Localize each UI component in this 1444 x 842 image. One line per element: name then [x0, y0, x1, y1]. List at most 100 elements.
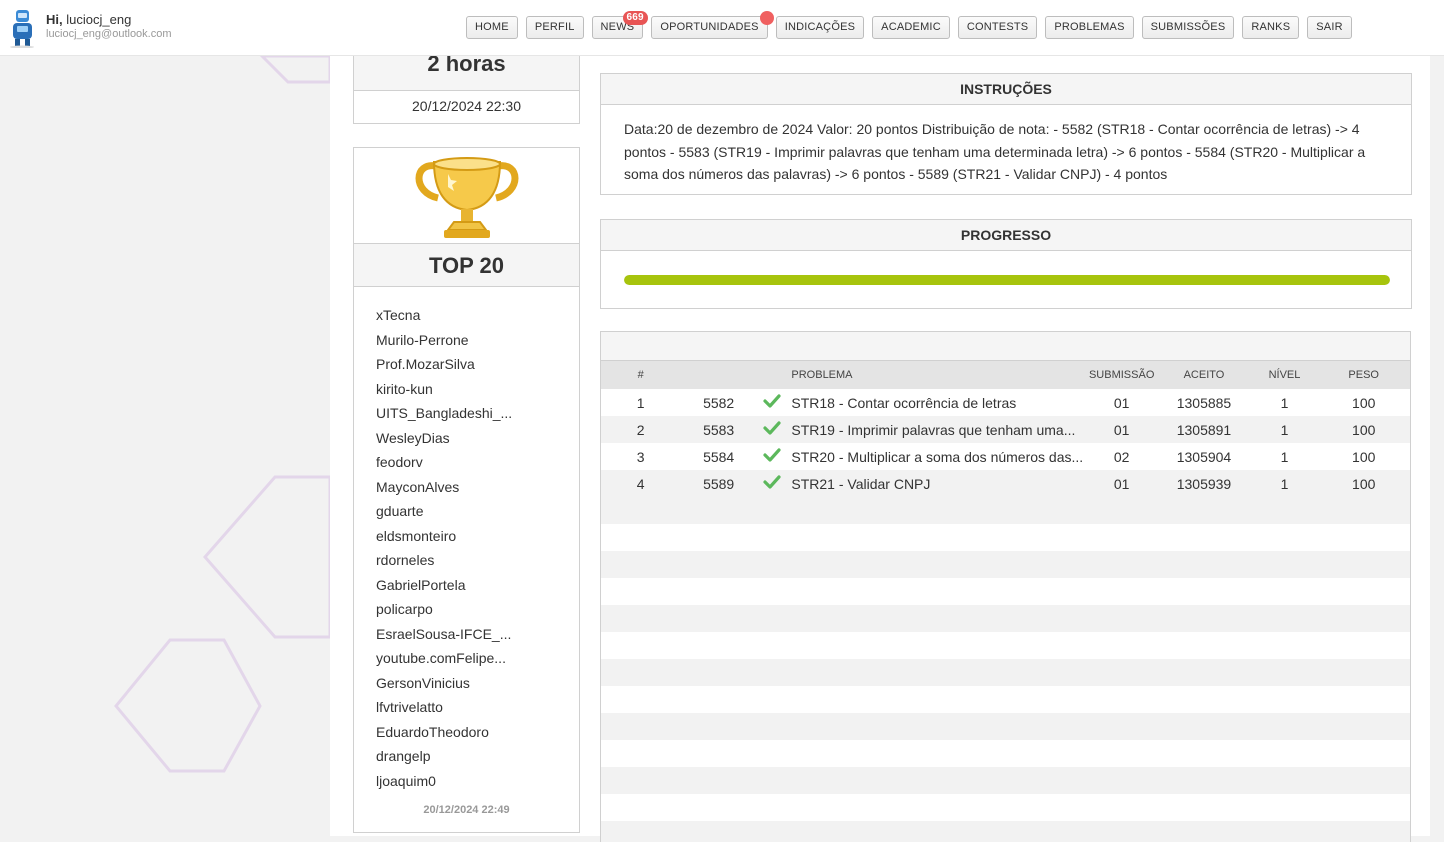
ranking-user-link[interactable]: EduardoTheodoro: [376, 720, 579, 745]
ranking-user-link[interactable]: WesleyDias: [376, 426, 579, 451]
ranking-user-link[interactable]: GersonVinicius: [376, 671, 579, 696]
nav-label: PERFIL: [534, 21, 575, 33]
problem-weight: 100: [1317, 470, 1410, 497]
submission-count: 01: [1086, 470, 1157, 497]
col-weight-header: PESO: [1317, 361, 1410, 389]
problem-id[interactable]: 5589: [680, 470, 757, 497]
empty-row: [601, 632, 1410, 659]
greeting-word: Hi,: [46, 12, 63, 27]
empty-row: [601, 794, 1410, 821]
right-background-strip: [1430, 56, 1444, 842]
ranking-user-link[interactable]: gduarte: [376, 499, 579, 524]
ranking-user-link[interactable]: youtube.comFelipe...: [376, 646, 579, 671]
table-row[interactable]: 2 5583 STR19 - Imprimir palavras que ten…: [601, 416, 1410, 443]
empty-row: [601, 605, 1410, 632]
ranking-user-link[interactable]: ljoaquim0: [376, 769, 579, 794]
table-row[interactable]: 3 5584 STR20 - Multiplicar a soma dos nú…: [601, 443, 1410, 470]
check-icon: [757, 443, 787, 470]
empty-row: [601, 713, 1410, 740]
ranking-user-link[interactable]: MayconAlves: [376, 475, 579, 500]
col-status-header: [756, 361, 788, 389]
ranking-user-link[interactable]: Prof.MozarSilva: [376, 352, 579, 377]
col-accepted-header: ACEITO: [1156, 361, 1252, 389]
problem-id[interactable]: 5584: [680, 443, 757, 470]
problem-level: 1: [1251, 416, 1318, 443]
instructions-panel: INSTRUÇÕES Data:20 de dezembro de 2024 V…: [600, 73, 1412, 195]
problem-id[interactable]: 5583: [680, 416, 757, 443]
greeting: Hi, luciocj_eng: [46, 12, 172, 27]
nav-perfil-button[interactable]: PERFIL: [525, 16, 584, 39]
empty-table-rows: [601, 497, 1410, 842]
table-row[interactable]: 4 5589 STR21 - Validar CNPJ 01 1305939 1…: [601, 470, 1410, 497]
empty-row: [601, 821, 1410, 842]
accepted-submission-link[interactable]: 1305904: [1156, 443, 1251, 470]
problems-table: # PROBLEMA SUBMISSÃO ACEITO NÍVEL PESO 1…: [601, 361, 1410, 497]
problem-level: 1: [1280, 448, 1289, 465]
ranking-user-link[interactable]: drangelp: [376, 744, 579, 769]
top-ranking-panel: TOP 20 xTecna Murilo-Perrone Prof.MozarS…: [353, 147, 580, 833]
ranking-user-link[interactable]: rdorneles: [376, 548, 579, 573]
problem-name-link[interactable]: STR20 - Multiplicar a soma dos números d…: [787, 443, 1087, 470]
problems-table-panel: # PROBLEMA SUBMISSÃO ACEITO NÍVEL PESO 1…: [600, 331, 1411, 842]
progress-bar-fill: [624, 275, 1390, 285]
user-info: Hi, luciocj_eng luciocj_eng@outlook.com: [6, 8, 172, 48]
ranking-user-link[interactable]: policarpo: [376, 597, 579, 622]
news-count-badge: 669: [622, 11, 648, 25]
ranking-user-link[interactable]: feodorv: [376, 450, 579, 475]
nav-indicacoes-button[interactable]: INDICAÇÕES: [775, 16, 865, 39]
ranking-user-link[interactable]: EsraelSousa-IFCE_...: [376, 622, 579, 647]
nav-label: HOME: [475, 21, 509, 33]
nav-submissoes-button[interactable]: SUBMISSÕES: [1141, 16, 1235, 39]
problem-name-link[interactable]: STR21 - Validar CNPJ: [787, 470, 1087, 497]
accepted-submission-link[interactable]: 1305885: [1156, 389, 1251, 416]
ranking-user-link[interactable]: UITS_Bangladeshi_...: [376, 401, 579, 426]
avatar-robot-icon[interactable]: [6, 8, 38, 48]
problem-id[interactable]: 5582: [680, 389, 757, 416]
empty-row: [601, 740, 1410, 767]
nav-problemas-button[interactable]: PROBLEMAS: [1045, 16, 1134, 39]
accepted-submission-link[interactable]: 1305891: [1156, 416, 1252, 443]
ranking-user-link[interactable]: GabrielPortela: [376, 573, 579, 598]
nav-label: ACADEMIC: [881, 21, 941, 33]
instructions-title: INSTRUÇÕES: [601, 74, 1411, 105]
nav-oportunidades-button[interactable]: OPORTUNIDADES: [651, 11, 774, 39]
col-problem-header: PROBLEMA: [787, 361, 1087, 389]
empty-row: [601, 524, 1410, 551]
top-ranking-list: xTecna Murilo-Perrone Prof.MozarSilva ki…: [354, 287, 579, 793]
empty-row: [601, 767, 1410, 794]
row-index: 1: [636, 394, 645, 411]
empty-row: [601, 659, 1410, 686]
check-icon: [756, 470, 788, 497]
submission-count: 01: [1113, 394, 1130, 411]
table-row[interactable]: 1 5582 STR18 - Contar ocorrência de letr…: [601, 389, 1410, 416]
main-nav: HOME PERFIL NEWS 669 OPORTUNIDADES INDICA…: [466, 11, 1360, 39]
ranking-user-link[interactable]: kirito-kun: [376, 377, 579, 402]
progress-bar: [624, 275, 1390, 285]
accepted-submission-link[interactable]: 1305939: [1156, 470, 1252, 497]
problem-name-link[interactable]: STR18 - Contar ocorrência de letras: [787, 389, 1087, 416]
time-remaining-panel: 2 horas 20/12/2024 22:30: [353, 50, 580, 124]
row-index: 2: [601, 416, 681, 443]
nav-label: INDICAÇÕES: [784, 21, 856, 33]
row-index: 3: [636, 448, 645, 465]
trophy: [354, 148, 579, 243]
nav-ranks-button[interactable]: RANKS: [1242, 16, 1300, 39]
nav-contests-button[interactable]: CONTESTS: [957, 16, 1038, 39]
nav-academic-button[interactable]: ACADEMIC: [872, 16, 950, 39]
username: luciocj_eng: [66, 12, 132, 27]
nav-sair-button[interactable]: SAIR: [1307, 16, 1352, 39]
ranking-user-link[interactable]: lfvtrivelatto: [376, 695, 579, 720]
background-hexagons: [114, 54, 330, 773]
top-title: TOP 20: [354, 243, 579, 287]
notification-dot: [759, 11, 774, 25]
ranking-user-link[interactable]: eldsmonteiro: [376, 524, 579, 549]
ranking-user-link[interactable]: xTecna: [376, 303, 579, 328]
nav-home-button[interactable]: HOME: [466, 16, 518, 39]
nav-news-button[interactable]: NEWS 669: [591, 11, 648, 39]
end-date: 20/12/2024 22:30: [412, 98, 521, 114]
problem-level: 1: [1280, 394, 1289, 411]
ranking-user-link[interactable]: Murilo-Perrone: [376, 328, 579, 353]
nav-label: SUBMISSÕES: [1150, 21, 1226, 33]
problem-name-link[interactable]: STR19 - Imprimir palavras que tenham uma…: [787, 416, 1087, 443]
user-email: luciocj_eng@outlook.com: [46, 28, 172, 40]
